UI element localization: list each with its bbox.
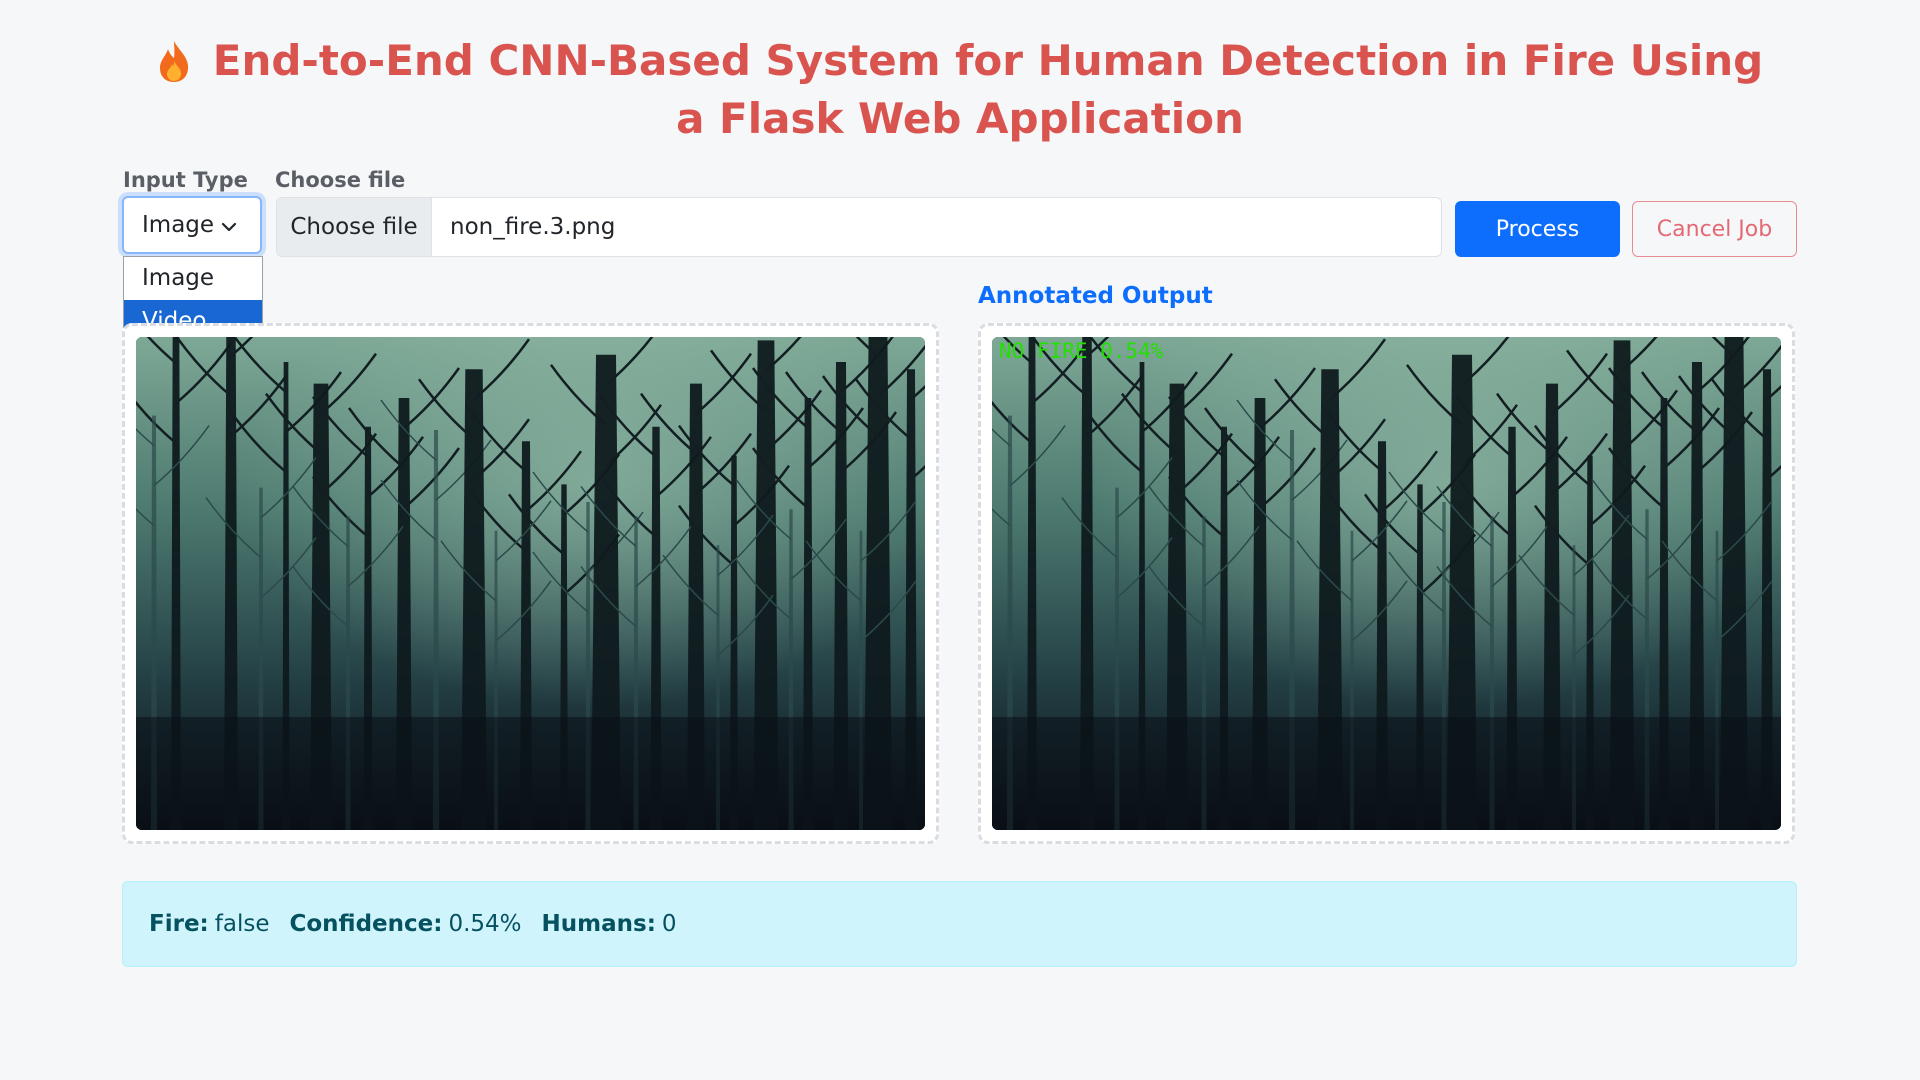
humans-result: Humans: 0 — [541, 911, 677, 937]
input-image — [136, 337, 925, 830]
humans-value: 0 — [661, 911, 677, 937]
page-title-text: End-to-End CNN-Based System for Human De… — [212, 36, 1764, 143]
input-type-label: Input Type — [123, 168, 248, 192]
file-label: Choose file — [275, 168, 406, 192]
file-input[interactable]: Choose file non_fire.3.png — [276, 197, 1442, 257]
fire-result: Fire: false — [149, 911, 270, 937]
prediction-overlay-text: NO FIRE 0.54% — [999, 339, 1164, 363]
chevron-down-icon — [220, 216, 238, 242]
file-name: non_fire.3.png — [450, 214, 616, 240]
choose-file-button[interactable]: Choose file — [277, 198, 432, 256]
output-image: NO FIRE 0.54% — [992, 337, 1781, 830]
input-type-select[interactable]: Image — [122, 196, 262, 254]
annotated-output-title: Annotated Output — [978, 283, 1213, 309]
forest-floor — [136, 717, 925, 830]
page-title: End-to-End CNN-Based System for Human De… — [0, 36, 1920, 144]
fire-value: false — [214, 911, 270, 937]
forest-floor — [992, 717, 1781, 830]
option-image[interactable]: Image — [124, 257, 262, 300]
input-preview-pane — [122, 323, 939, 844]
output-preview-pane: NO FIRE 0.54% — [978, 323, 1795, 844]
cancel-job-button[interactable]: Cancel Job — [1632, 201, 1797, 257]
confidence-value: 0.54% — [448, 911, 522, 937]
fire-icon — [157, 39, 191, 94]
result-alert: Fire: false Confidence: 0.54% Humans: 0 — [122, 881, 1797, 967]
input-type-value: Image — [142, 212, 215, 238]
process-button[interactable]: Process — [1455, 201, 1620, 257]
confidence-result: Confidence: 0.54% — [289, 911, 522, 937]
